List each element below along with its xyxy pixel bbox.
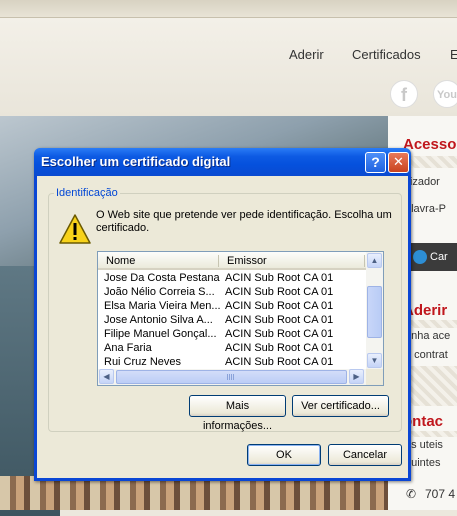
- sidebar-card-button[interactable]: Car: [408, 243, 457, 271]
- cert-issuer: ACIN Sub Root CA 01: [225, 356, 334, 368]
- scroll-corner: [366, 369, 383, 385]
- card-icon: [413, 250, 427, 265]
- cert-issuer: ACIN Sub Root CA 01: [225, 342, 334, 354]
- cert-name: Jose Da Costa Pestana: [104, 272, 220, 284]
- grip-icon: [227, 374, 235, 380]
- dialog-title: Escolher um certificado digital: [41, 154, 231, 169]
- table-row[interactable]: Jose Antonio Silva A... ACIN Sub Root CA …: [98, 313, 366, 327]
- cert-issuer: ACIN Sub Root CA 01: [225, 272, 334, 284]
- cert-issuer: ACIN Sub Root CA 01: [225, 286, 334, 298]
- vertical-scroll-thumb[interactable]: [367, 286, 382, 338]
- ok-button[interactable]: OK: [247, 444, 321, 466]
- cert-name: Filipe Manuel Gonçal...: [104, 328, 217, 340]
- view-certificate-button[interactable]: Ver certificado...: [292, 395, 389, 417]
- column-header-issuer[interactable]: Emissor: [227, 255, 267, 267]
- list-header: Nome Emissor: [98, 252, 366, 270]
- horizontal-scrollbar[interactable]: ◀ ▶: [98, 369, 366, 385]
- hero-city: [0, 476, 388, 510]
- help-button[interactable]: ?: [365, 152, 386, 173]
- nav-link-truncated[interactable]: E: [450, 47, 457, 62]
- sidebar-access-title: Acesso: [403, 136, 457, 153]
- cert-name: Rui Cruz Neves: [104, 356, 182, 368]
- column-separator[interactable]: [364, 255, 365, 267]
- warning-icon: [59, 214, 91, 244]
- cert-name: João Nélio Correia S...: [104, 286, 215, 298]
- table-row[interactable]: Elsa Maria Vieira Men... ACIN Sub Root CA…: [98, 299, 366, 313]
- nav-link-certificados[interactable]: Certificados: [352, 47, 421, 62]
- sidebar-access-line-2: alavra-P: [405, 203, 446, 215]
- column-separator[interactable]: [218, 255, 219, 267]
- cert-issuer: ACIN Sub Root CA 01: [225, 314, 334, 326]
- cancel-button[interactable]: Cancelar: [328, 444, 402, 466]
- facebook-icon[interactable]: f: [390, 80, 418, 108]
- sidebar-aderir-line-2: e contrat: [405, 349, 448, 361]
- identification-group-label: Identificação: [54, 187, 120, 199]
- phone-icon: ✆: [406, 487, 417, 501]
- browser-top-strip: [0, 0, 457, 18]
- cert-issuer: ACIN Sub Root CA 01: [225, 328, 334, 340]
- table-row[interactable]: Jose Da Costa Pestana ACIN Sub Root CA 01: [98, 271, 366, 285]
- table-row[interactable]: Rui Cruz Neves ACIN Sub Root CA 01: [98, 355, 366, 369]
- table-row[interactable]: João Nélio Correia S... ACIN Sub Root CA …: [98, 285, 366, 299]
- site-header: [0, 18, 457, 116]
- sidebar-card-button-label: Car: [430, 251, 448, 263]
- column-header-name[interactable]: Nome: [106, 255, 135, 267]
- dialog-titlebar[interactable]: Escolher um certificado digital ? ✕: [34, 148, 411, 176]
- youtube-icon[interactable]: You: [433, 80, 457, 108]
- identification-prompt: O Web site que pretende ver pede identif…: [96, 209, 392, 234]
- sidebar-aderir-line-1: enha ace: [405, 330, 451, 342]
- scroll-right-icon[interactable]: ▶: [349, 369, 364, 384]
- more-info-button[interactable]: Mais informações...: [189, 395, 286, 432]
- cert-name: Elsa Maria Vieira Men...: [104, 300, 221, 312]
- scroll-up-icon[interactable]: ▲: [367, 253, 382, 268]
- nav-link-aderir[interactable]: Aderir: [289, 47, 324, 62]
- cert-name: Ana Faria: [104, 342, 152, 354]
- sidebar-phone: 707 4: [425, 487, 456, 501]
- dialog-client: Identificação O Web site que pretende ve…: [37, 176, 408, 478]
- cert-issuer: ACIN Sub Root CA 01: [225, 300, 334, 312]
- scroll-left-icon[interactable]: ◀: [99, 369, 114, 384]
- scroll-down-icon[interactable]: ▼: [367, 353, 382, 368]
- certificate-list[interactable]: Nome Emissor Jose Da Costa Pestana ACIN S…: [97, 251, 384, 386]
- cert-name: Jose Antonio Silva A...: [104, 314, 213, 326]
- table-row[interactable]: Filipe Manuel Gonçal... ACIN Sub Root CA …: [98, 327, 366, 341]
- horizontal-scroll-thumb[interactable]: [116, 370, 347, 384]
- list-rows: Jose Da Costa Pestana ACIN Sub Root CA 01…: [98, 271, 366, 369]
- close-button[interactable]: ✕: [388, 152, 409, 173]
- vertical-scrollbar[interactable]: ▲ ▼: [366, 252, 383, 369]
- table-row[interactable]: Ana Faria ACIN Sub Root CA 01: [98, 341, 366, 355]
- certificate-dialog: Escolher um certificado digital ? ✕ Iden…: [34, 148, 411, 481]
